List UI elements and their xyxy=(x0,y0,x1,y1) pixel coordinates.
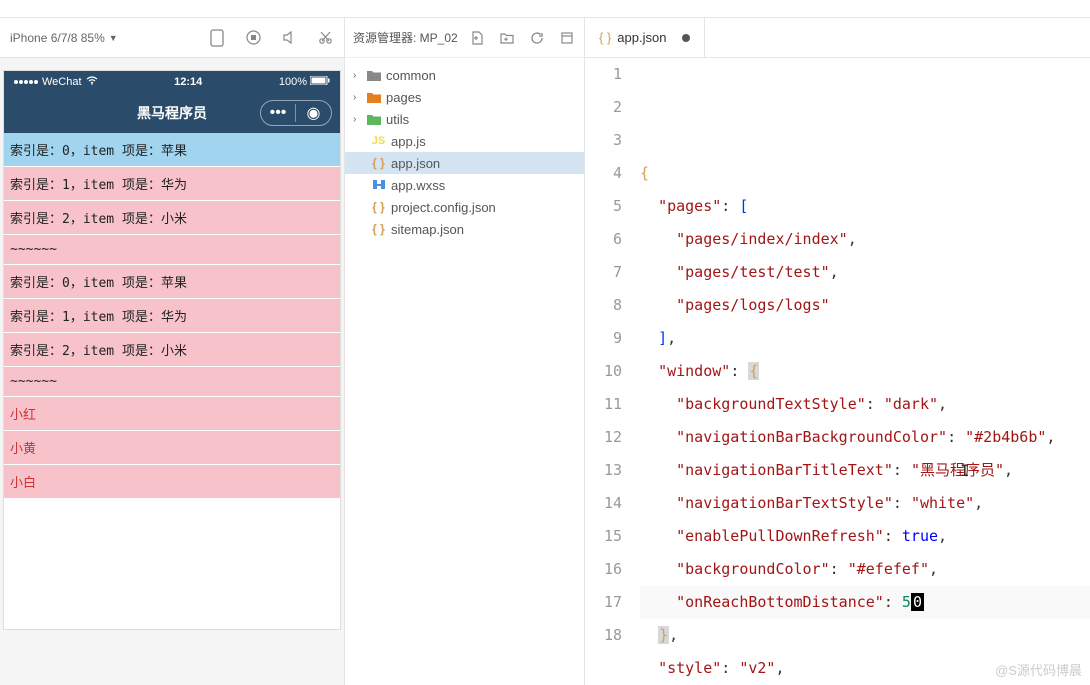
tab-app-json[interactable]: { } app.json xyxy=(585,18,705,57)
simulator-panel: iPhone 6/7/8 85% ▼ WeChat xyxy=(0,18,345,685)
chevron-right-icon: › xyxy=(353,70,361,81)
tree-item-label: app.wxss xyxy=(391,178,445,193)
folder-icon xyxy=(366,70,381,81)
tree-item-label: sitemap.json xyxy=(391,222,464,237)
json-icon: { } xyxy=(599,30,611,45)
tab-label: app.json xyxy=(617,30,666,45)
folder-icon xyxy=(366,92,381,103)
file-app-js[interactable]: JS app.js xyxy=(345,130,584,152)
preview-row: 索引是：1，item 项是：华为 xyxy=(4,299,340,333)
code-area[interactable]: 123456789101112131415161718 I { "pages":… xyxy=(585,58,1090,685)
status-time: 12:14 xyxy=(98,76,279,88)
navigation-bar: 黑马程序员 ••• ◉ xyxy=(4,93,340,133)
nav-title: 黑马程序员 xyxy=(137,103,207,123)
carrier-text: WeChat xyxy=(42,76,82,88)
editor-tabs: { } app.json xyxy=(585,18,1090,58)
phone-preview: WeChat 12:14 100% 黑马程序员 xyxy=(3,70,341,630)
simulator-toolbar: iPhone 6/7/8 85% ▼ xyxy=(0,18,344,58)
folder-common[interactable]: › common xyxy=(345,64,584,86)
device-label-text: iPhone 6/7/8 85% xyxy=(10,31,105,45)
file-app-wxss[interactable]: app.wxss xyxy=(345,174,584,196)
collapse-icon[interactable] xyxy=(558,29,576,47)
new-folder-icon[interactable] xyxy=(498,29,516,47)
stop-icon[interactable] xyxy=(244,29,262,47)
json-icon: { } xyxy=(371,200,386,214)
capsule-menu-icon[interactable]: ••• xyxy=(261,104,296,122)
device-icon[interactable] xyxy=(208,29,226,47)
capsule-close-icon[interactable]: ◉ xyxy=(296,103,331,123)
refresh-icon[interactable] xyxy=(528,29,546,47)
file-project-config-json[interactable]: { } project.config.json xyxy=(345,196,584,218)
cut-icon[interactable] xyxy=(316,29,334,47)
chevron-right-icon: › xyxy=(353,114,361,125)
tree-item-label: project.config.json xyxy=(391,200,496,215)
watermark: @S源代码博晨 xyxy=(995,660,1082,679)
folder-utils[interactable]: › utils xyxy=(345,108,584,130)
device-selector[interactable]: iPhone 6/7/8 85% ▼ xyxy=(10,31,118,45)
preview-row: 索引是：2，item 项是：小米 xyxy=(4,333,340,367)
preview-row: 小黄 xyxy=(4,431,340,465)
status-bar: WeChat 12:14 100% xyxy=(4,71,340,93)
file-sitemap-json[interactable]: { } sitemap.json xyxy=(345,218,584,240)
capsule-buttons: ••• ◉ xyxy=(260,100,332,126)
preview-row: 小红 xyxy=(4,397,340,431)
file-explorer: 资源管理器: MP_02 › common › pages › utilsJS app.js… xyxy=(345,18,585,685)
tree-item-label: pages xyxy=(386,90,421,105)
text-cursor-icon: I xyxy=(960,454,970,487)
preview-row: ~~~~~~ xyxy=(4,367,340,397)
preview-row: 索引是：1，item 项是：华为 xyxy=(4,167,340,201)
preview-row: 索引是：0，item 项是：苹果 xyxy=(4,265,340,299)
code-editor: { } app.json 123456789101112131415161718… xyxy=(585,18,1090,685)
explorer-header: 资源管理器: MP_02 xyxy=(345,18,584,58)
top-menu xyxy=(345,0,1090,17)
tree-item-label: utils xyxy=(386,112,409,127)
chevron-down-icon: ▼ xyxy=(109,33,118,43)
preview-row: ~~~~~~ xyxy=(4,235,340,265)
line-gutter: 123456789101112131415161718 xyxy=(585,58,640,685)
json-icon: { } xyxy=(371,156,386,170)
file-tree: › common › pages › utilsJS app.js { } app.json ap… xyxy=(345,58,584,246)
code-content[interactable]: I { "pages": [ "pages/index/index", "pag… xyxy=(640,58,1090,685)
tree-item-label: app.json xyxy=(391,156,440,171)
unsaved-indicator-icon xyxy=(682,34,690,42)
folder-icon xyxy=(366,114,381,125)
wifi-icon xyxy=(86,76,98,88)
preview-row: 小白 xyxy=(4,465,340,499)
battery-text: 100% xyxy=(279,76,307,88)
js-icon: JS xyxy=(371,135,386,147)
file-app-json[interactable]: { } app.json xyxy=(345,152,584,174)
sound-icon[interactable] xyxy=(280,29,298,47)
wxss-icon xyxy=(371,178,386,193)
preview-body: 索引是：0，item 项是：苹果索引是：1，item 项是：华为索引是：2，it… xyxy=(4,133,340,499)
battery-icon xyxy=(310,76,330,88)
explorer-title: 资源管理器: MP_02 xyxy=(353,29,458,46)
chevron-right-icon: › xyxy=(353,92,361,103)
json-icon: { } xyxy=(371,222,386,236)
preview-row: 索引是：2，item 项是：小米 xyxy=(4,201,340,235)
tree-item-label: common xyxy=(386,68,436,83)
tree-item-label: app.js xyxy=(391,134,426,149)
folder-pages[interactable]: › pages xyxy=(345,86,584,108)
new-file-icon[interactable] xyxy=(468,29,486,47)
preview-row: 索引是：0，item 项是：苹果 xyxy=(4,133,340,167)
